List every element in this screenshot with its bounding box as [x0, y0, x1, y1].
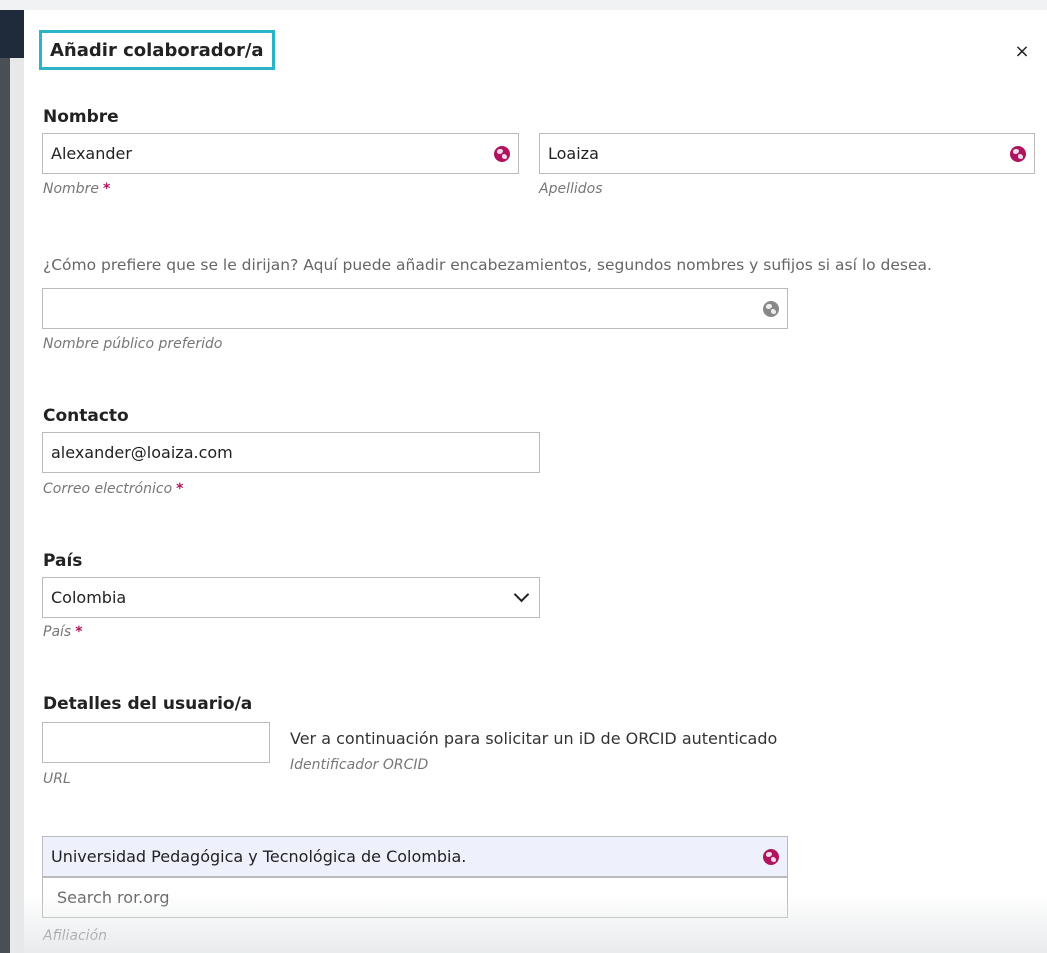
email-label: Correo electrónico * — [43, 481, 184, 497]
family-name-label: Apellidos — [539, 181, 603, 197]
family-name-field[interactable]: Loaiza — [539, 133, 1035, 174]
ror-search-placeholder: Search ror.org — [57, 888, 170, 907]
add-contributor-modal: Añadir colaborador/a × Nombre Alexander … — [24, 10, 1047, 953]
section-title-user-details: Detalles del usuario/a — [43, 694, 253, 714]
country-selected-value: Colombia — [51, 588, 127, 607]
section-title-name: Nombre — [43, 107, 119, 127]
orcid-info-text: Ver a continuación para solicitar un iD … — [290, 729, 778, 748]
affiliation-field[interactable]: Universidad Pedagógica y Tecnológica de … — [42, 836, 788, 877]
globe-icon[interactable] — [494, 145, 510, 162]
required-asterisk: * — [102, 181, 111, 197]
backdrop — [0, 0, 1047, 10]
given-name-value: Alexander — [51, 144, 132, 163]
email-value: alexander@loaiza.com — [51, 443, 233, 462]
given-name-field[interactable]: Alexander — [42, 133, 519, 174]
orcid-label: Identificador ORCID — [290, 757, 429, 773]
backdrop-header-fragment — [0, 10, 26, 58]
given-name-label: Nombre * — [43, 181, 111, 197]
country-select[interactable]: Colombia — [42, 577, 540, 618]
preferred-public-name-label: Nombre público preferido — [43, 336, 223, 352]
chevron-down-icon — [513, 586, 530, 603]
close-icon[interactable]: × — [1011, 40, 1033, 64]
affiliation-label: Afiliación — [43, 928, 108, 944]
globe-icon[interactable] — [763, 848, 779, 865]
modal-title: Añadir colaborador/a — [39, 30, 275, 70]
preferred-public-name-field[interactable] — [42, 288, 788, 329]
family-name-value: Loaiza — [548, 144, 599, 163]
email-field[interactable]: alexander@loaiza.com — [42, 432, 540, 473]
affiliation-value: Universidad Pedagógica y Tecnológica de … — [51, 847, 467, 866]
url-label: URL — [43, 771, 71, 787]
required-asterisk: * — [176, 481, 184, 497]
country-label: País * — [43, 624, 83, 640]
ror-search-input[interactable]: Search ror.org — [42, 877, 788, 918]
globe-icon[interactable] — [1010, 145, 1026, 162]
preferred-name-help-text: ¿Cómo prefiere que se le dirijan? Aquí p… — [43, 256, 932, 274]
section-title-contact: Contacto — [43, 406, 129, 426]
globe-icon[interactable] — [763, 300, 779, 317]
url-field[interactable] — [42, 722, 270, 763]
required-asterisk: * — [75, 624, 83, 640]
backdrop-left — [0, 10, 10, 953]
section-title-country: País — [43, 551, 83, 571]
